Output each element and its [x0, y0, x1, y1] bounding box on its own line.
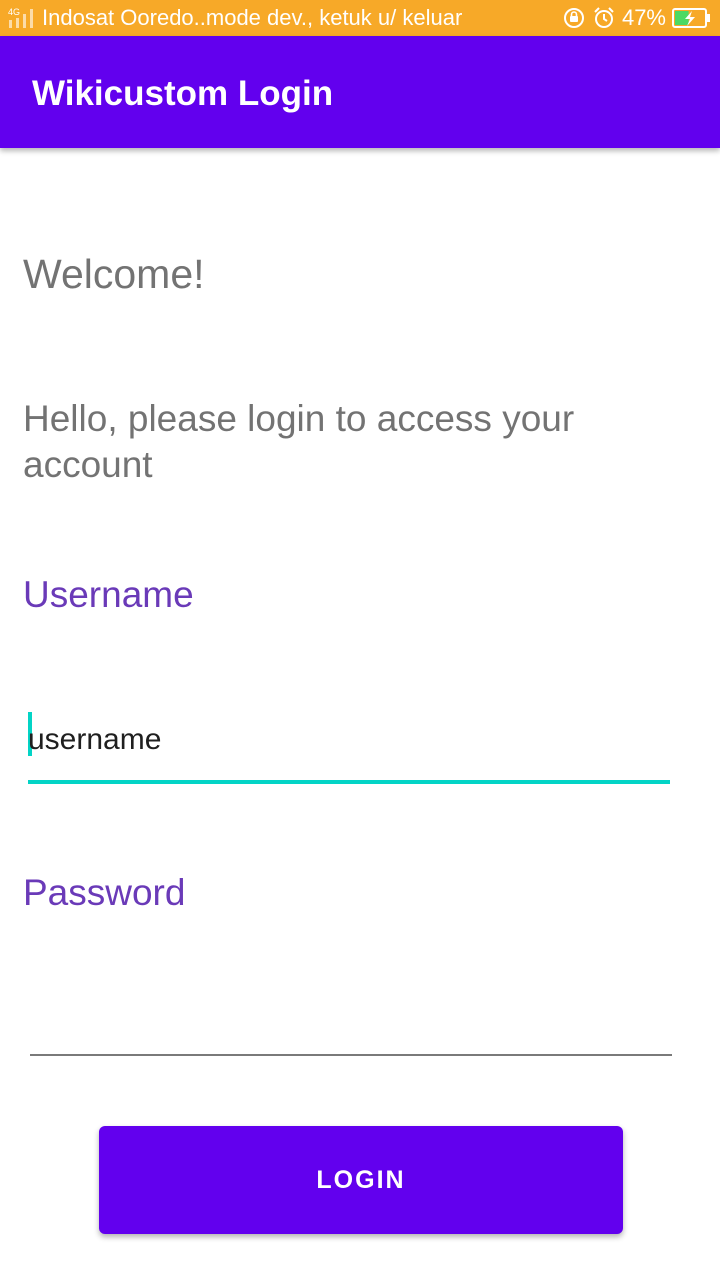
- welcome-heading: Welcome!: [23, 251, 205, 297]
- status-icons: 47%: [562, 4, 712, 32]
- battery-charging-icon: [672, 8, 710, 28]
- password-input[interactable]: [30, 1000, 672, 1056]
- login-screen: 4G Indosat Ooredo..mode dev., ketuk u/ k…: [0, 0, 720, 1280]
- network-type-label: 4G: [8, 7, 20, 17]
- app-title: Wikicustom Login: [32, 74, 334, 113]
- status-bar: 4G Indosat Ooredo..mode dev., ketuk u/ k…: [0, 0, 720, 36]
- login-instructions: Hello, please login to access your accou…: [23, 398, 575, 485]
- carrier-text: Indosat Ooredo..mode dev., ketuk u/ kelu…: [42, 5, 463, 30]
- login-button[interactable]: LOGIN: [99, 1126, 623, 1234]
- alarm-icon: [594, 7, 614, 28]
- rotation-lock-icon: [563, 8, 584, 28]
- battery-percent: 47%: [621, 5, 666, 30]
- app-bar: Wikicustom Login: [0, 36, 720, 148]
- signal-icon: 4G: [8, 7, 33, 28]
- username-value: username: [28, 723, 162, 756]
- username-label: Username: [23, 574, 194, 615]
- password-label: Password: [23, 872, 186, 913]
- username-input[interactable]: username: [28, 706, 670, 784]
